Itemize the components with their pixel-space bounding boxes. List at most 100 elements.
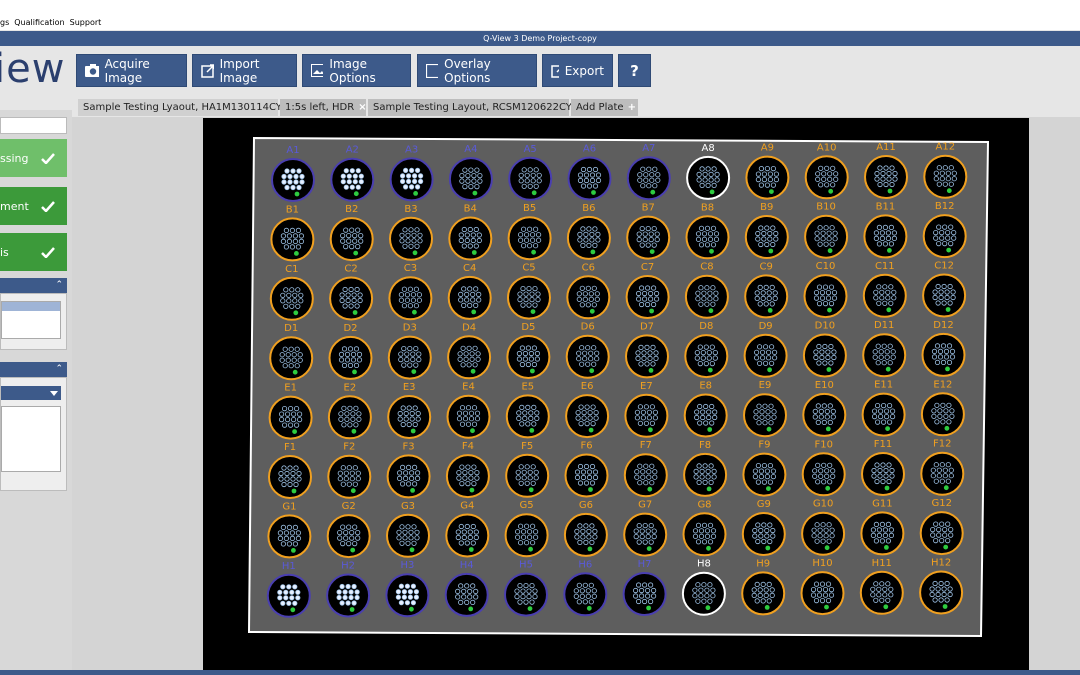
collapse-icon[interactable]: ⌃ — [55, 364, 63, 374]
well-circle — [743, 393, 787, 438]
control-spot — [942, 604, 948, 609]
control-spot — [470, 428, 475, 434]
well-circle — [566, 275, 611, 320]
control-spot — [468, 606, 474, 612]
control-spot — [588, 487, 593, 492]
spot — [340, 179, 346, 185]
help-button[interactable]: ? — [618, 54, 651, 87]
well-label: F10 — [814, 439, 832, 450]
tab-plate-2[interactable]: 1:5s left, HDR × — [280, 99, 367, 116]
well-circle — [447, 335, 492, 380]
close-icon[interactable]: × — [358, 102, 366, 113]
well-label: D3 — [403, 323, 417, 334]
control-spot — [412, 309, 417, 315]
well-circle — [448, 216, 493, 261]
spot — [407, 589, 413, 595]
well-label: G5 — [520, 500, 534, 511]
panel-textarea[interactable] — [1, 406, 61, 472]
step-processing-button[interactable]: ssing — [0, 139, 67, 177]
control-spot — [531, 190, 537, 196]
step-alignment-button[interactable]: ment — [0, 187, 67, 225]
control-spot — [646, 605, 651, 611]
spot — [346, 173, 352, 179]
left-panel-input[interactable] — [0, 117, 67, 134]
well-label: G4 — [460, 501, 474, 512]
spot — [340, 173, 346, 179]
spot — [400, 173, 406, 179]
control-spot — [825, 485, 831, 491]
control-spot — [472, 190, 478, 196]
well-circle — [563, 572, 608, 617]
tab-plate-3[interactable]: Sample Testing Layout, RCSM120622CY× — [368, 99, 584, 116]
tab-add-plate-label: Add Plate — [576, 102, 624, 113]
plate-image[interactable]: A1 A2 A3 A4 A5 A6 A7 A8 A9 A10 A11 A12 B1 B2 B3 B4 B5 B6 B… — [203, 118, 1029, 670]
panel-header-2[interactable]: ⌃ — [0, 362, 67, 377]
well-circle — [268, 455, 312, 499]
control-spot — [824, 604, 829, 610]
spot — [339, 600, 345, 606]
panel-list[interactable] — [1, 301, 61, 339]
well-label: F2 — [343, 442, 355, 453]
spot — [290, 168, 296, 174]
tab-add-plate[interactable]: Add Plate + — [571, 99, 639, 116]
well-circle — [447, 275, 492, 320]
camera-icon — [85, 64, 99, 77]
import-image-button[interactable]: Import Image — [192, 54, 297, 87]
panel-list-selected-row[interactable] — [2, 302, 60, 311]
well-circle — [623, 512, 668, 557]
add-icon[interactable]: + — [628, 102, 636, 113]
step-analysis-button[interactable]: is — [0, 233, 67, 271]
well-circle — [563, 512, 608, 557]
well-circle — [861, 452, 905, 496]
import-icon — [201, 64, 214, 78]
well-circle — [684, 334, 729, 379]
well-circle — [328, 335, 373, 380]
well-label: G9 — [757, 499, 771, 510]
spot — [351, 583, 357, 590]
control-spot — [885, 366, 891, 372]
control-spot — [587, 546, 593, 552]
acquire-image-button[interactable]: Acquire Image — [76, 54, 187, 87]
panel-dropdown[interactable] — [1, 386, 61, 400]
spot — [342, 594, 348, 601]
well-circle — [802, 333, 847, 378]
well-circle — [803, 274, 848, 319]
panel-header-1[interactable]: ⌃ — [0, 278, 67, 293]
spot — [343, 184, 349, 190]
well-label: C7 — [641, 262, 654, 273]
overlay-options-button[interactable]: Overlay Options — [417, 54, 537, 87]
menu-item-support[interactable]: Support — [70, 18, 102, 27]
spot — [349, 168, 355, 174]
menu-item-settings[interactable]: gs — [0, 18, 9, 27]
menu-item-qualification[interactable]: Qualification — [14, 18, 64, 27]
collapse-icon[interactable]: ⌃ — [55, 280, 63, 290]
well-label: F4 — [462, 441, 474, 452]
control-spot — [824, 545, 830, 551]
spot — [400, 178, 406, 185]
well-label: H5 — [519, 560, 533, 571]
spot — [355, 184, 361, 190]
spot — [412, 178, 418, 185]
well-label: H8 — [697, 559, 711, 570]
well-label: G12 — [931, 498, 951, 509]
spot — [413, 589, 419, 595]
well-label: C11 — [875, 261, 895, 272]
well-circle — [802, 392, 847, 437]
spot — [292, 600, 298, 606]
spot — [410, 600, 416, 606]
well-label: A3 — [405, 144, 418, 155]
export-button[interactable]: Export — [542, 54, 613, 87]
well-circle — [508, 156, 553, 201]
tab-plate-1[interactable]: Sample Testing Lyaout, HA1M130114CY× — [78, 99, 294, 116]
control-spot — [291, 548, 296, 553]
well-circle — [385, 573, 430, 618]
well-circle — [506, 335, 551, 379]
well-circle — [504, 572, 548, 617]
control-spot — [411, 369, 417, 374]
spot — [413, 594, 419, 600]
control-spot — [943, 485, 949, 491]
well-circle — [267, 514, 312, 559]
spot — [343, 168, 349, 174]
well-label: H10 — [812, 558, 832, 569]
image-options-button[interactable]: Image Options — [302, 54, 411, 87]
